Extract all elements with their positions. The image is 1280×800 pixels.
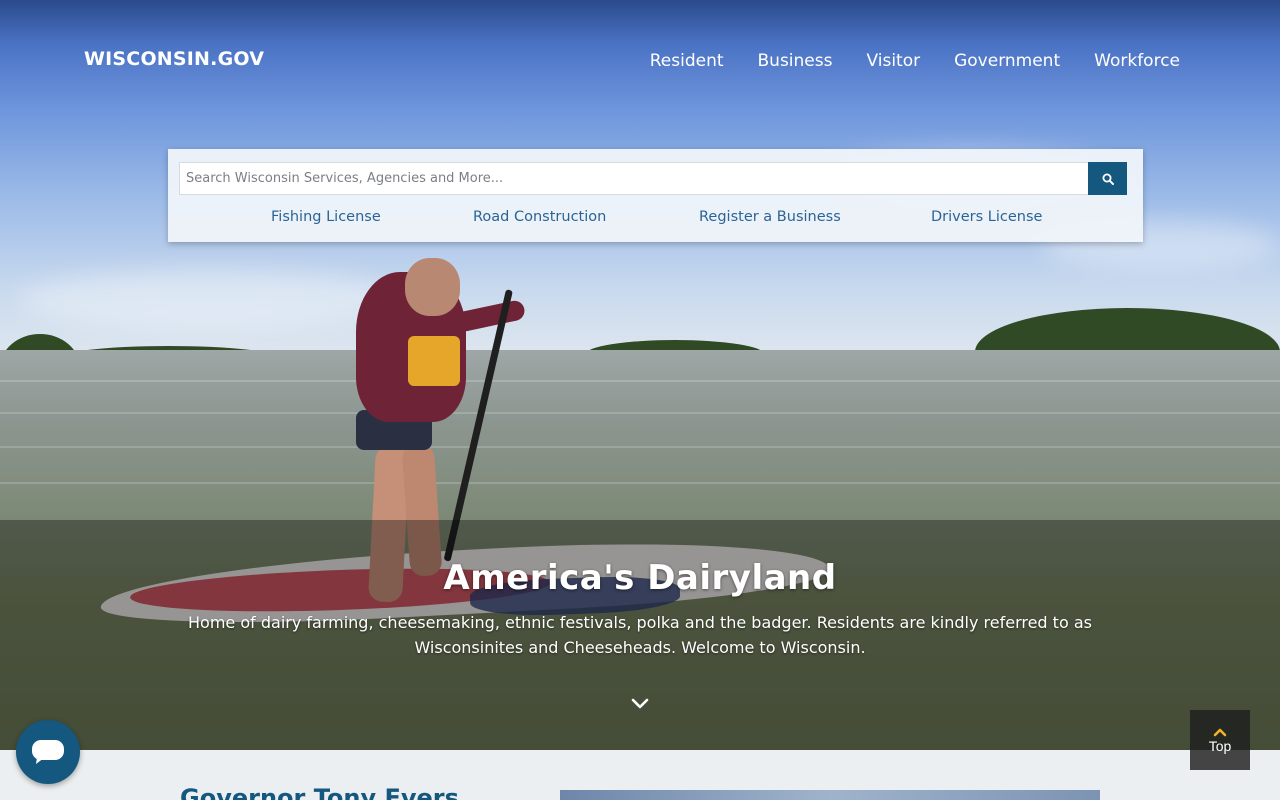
search-panel: Fishing License Road Construction Regist… bbox=[168, 149, 1143, 242]
chat-button[interactable] bbox=[16, 720, 80, 784]
quick-links: Fishing License Road Construction Regist… bbox=[168, 209, 1143, 229]
quick-link-drivers-license[interactable]: Drivers License bbox=[931, 209, 1042, 225]
site-logo[interactable]: WISCONSIN.GOV bbox=[84, 48, 264, 70]
governor-image bbox=[560, 790, 1100, 800]
scroll-down-button[interactable] bbox=[628, 694, 652, 714]
nav-resident[interactable]: Resident bbox=[650, 51, 724, 71]
chevron-up-icon bbox=[1213, 728, 1227, 736]
nav-workforce[interactable]: Workforce bbox=[1094, 51, 1180, 71]
back-to-top-label: Top bbox=[1208, 737, 1232, 754]
nav-visitor[interactable]: Visitor bbox=[866, 51, 920, 71]
search-button[interactable] bbox=[1088, 162, 1127, 195]
hero-title: America's Dairyland bbox=[443, 558, 837, 598]
quick-link-road-construction[interactable]: Road Construction bbox=[473, 209, 606, 225]
governor-heading[interactable]: Governor Tony Evers bbox=[180, 784, 459, 800]
chevron-down-icon bbox=[631, 698, 649, 709]
nav-business[interactable]: Business bbox=[758, 51, 833, 71]
quick-link-register-business[interactable]: Register a Business bbox=[699, 209, 841, 225]
nav-government[interactable]: Government bbox=[954, 51, 1060, 71]
search-icon bbox=[1102, 173, 1114, 185]
back-to-top-button[interactable]: Top bbox=[1190, 710, 1250, 770]
chat-bubble-icon bbox=[32, 740, 64, 764]
quick-link-fishing-license[interactable]: Fishing License bbox=[271, 209, 381, 225]
main-nav: Resident Business Visitor Government Wor… bbox=[616, 51, 1180, 71]
search-input[interactable] bbox=[179, 162, 1088, 195]
cloud bbox=[20, 270, 400, 330]
hero-description: Home of dairy farming, cheesemaking, eth… bbox=[188, 613, 1092, 657]
